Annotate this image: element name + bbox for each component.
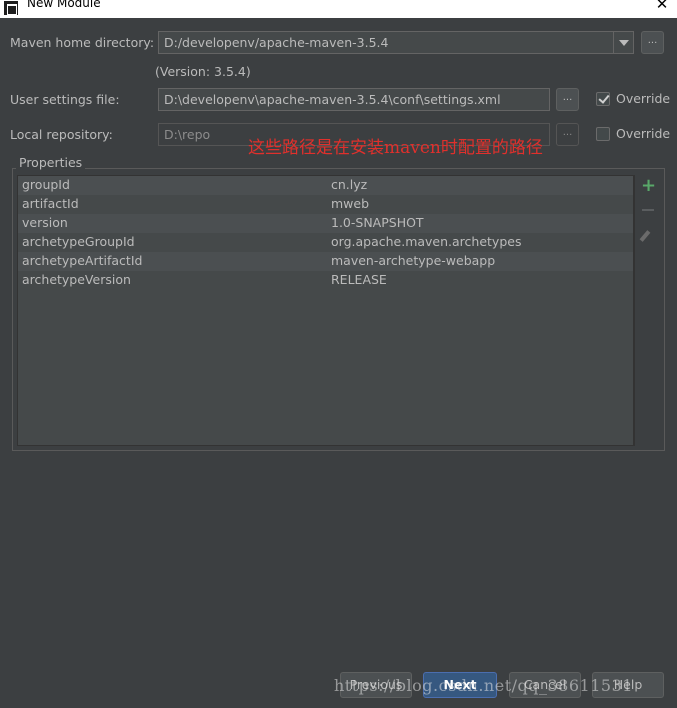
- plus-icon[interactable]: +: [641, 177, 656, 195]
- property-key: version: [22, 215, 68, 230]
- table-row[interactable]: version 1.0-SNAPSHOT: [18, 214, 633, 233]
- intellij-app-icon: [4, 1, 18, 15]
- maven-home-combo[interactable]: D:/developenv/apache-maven-3.5.4: [158, 31, 614, 54]
- override-settings-label[interactable]: Override: [616, 91, 670, 106]
- override-repository-checkbox[interactable]: [596, 127, 610, 141]
- property-value: mweb: [331, 196, 370, 211]
- window-title: New Module: [27, 0, 101, 10]
- minus-icon[interactable]: [642, 209, 654, 211]
- close-icon[interactable]: ✕: [653, 0, 671, 13]
- local-repository-label: Local repository:: [10, 127, 113, 142]
- property-key: archetypeGroupId: [22, 234, 135, 249]
- property-value: 1.0-SNAPSHOT: [331, 215, 424, 230]
- properties-toolbar: +: [634, 175, 660, 446]
- properties-table[interactable]: groupId cn.lyz artifactId mweb version 1…: [17, 175, 634, 446]
- property-key: groupId: [22, 177, 70, 192]
- pencil-icon[interactable]: [639, 230, 651, 242]
- override-repository-label[interactable]: Override: [616, 126, 670, 141]
- table-row[interactable]: archetypeVersion RELEASE: [18, 271, 633, 290]
- title-bar: New Module ✕: [0, 0, 677, 18]
- property-key: artifactId: [22, 196, 79, 211]
- property-key: archetypeVersion: [22, 272, 131, 287]
- override-settings-checkbox[interactable]: [596, 92, 610, 106]
- table-row[interactable]: groupId cn.lyz: [18, 176, 633, 195]
- table-row[interactable]: artifactId mweb: [18, 195, 633, 214]
- watermark-text: https://blog.csdn.net/qq_38611531: [334, 676, 633, 695]
- maven-home-dropdown-arrow[interactable]: [614, 31, 634, 54]
- property-value: cn.lyz: [331, 177, 368, 192]
- property-value: maven-archetype-webapp: [331, 253, 496, 268]
- property-key: archetypeArtifactId: [22, 253, 143, 268]
- user-settings-field[interactable]: D:\developenv\apache-maven-3.5.4\conf\se…: [158, 88, 550, 111]
- table-row[interactable]: archetypeGroupId org.apache.maven.archet…: [18, 233, 633, 252]
- table-row[interactable]: archetypeArtifactId maven-archetype-weba…: [18, 252, 633, 271]
- maven-home-label: Maven home directory:: [10, 35, 155, 50]
- local-repository-browse-button[interactable]: ...: [556, 123, 579, 146]
- property-value: RELEASE: [331, 272, 387, 287]
- property-value: org.apache.maven.archetypes: [331, 234, 522, 249]
- red-annotation-text: 这些路径是在安装maven时配置的路径: [248, 138, 543, 158]
- properties-title: Properties: [16, 155, 86, 170]
- user-settings-label: User settings file:: [10, 92, 120, 107]
- maven-home-browse-button[interactable]: ...: [641, 31, 664, 54]
- maven-version-text: (Version: 3.5.4): [155, 64, 251, 79]
- user-settings-browse-button[interactable]: ...: [556, 88, 579, 111]
